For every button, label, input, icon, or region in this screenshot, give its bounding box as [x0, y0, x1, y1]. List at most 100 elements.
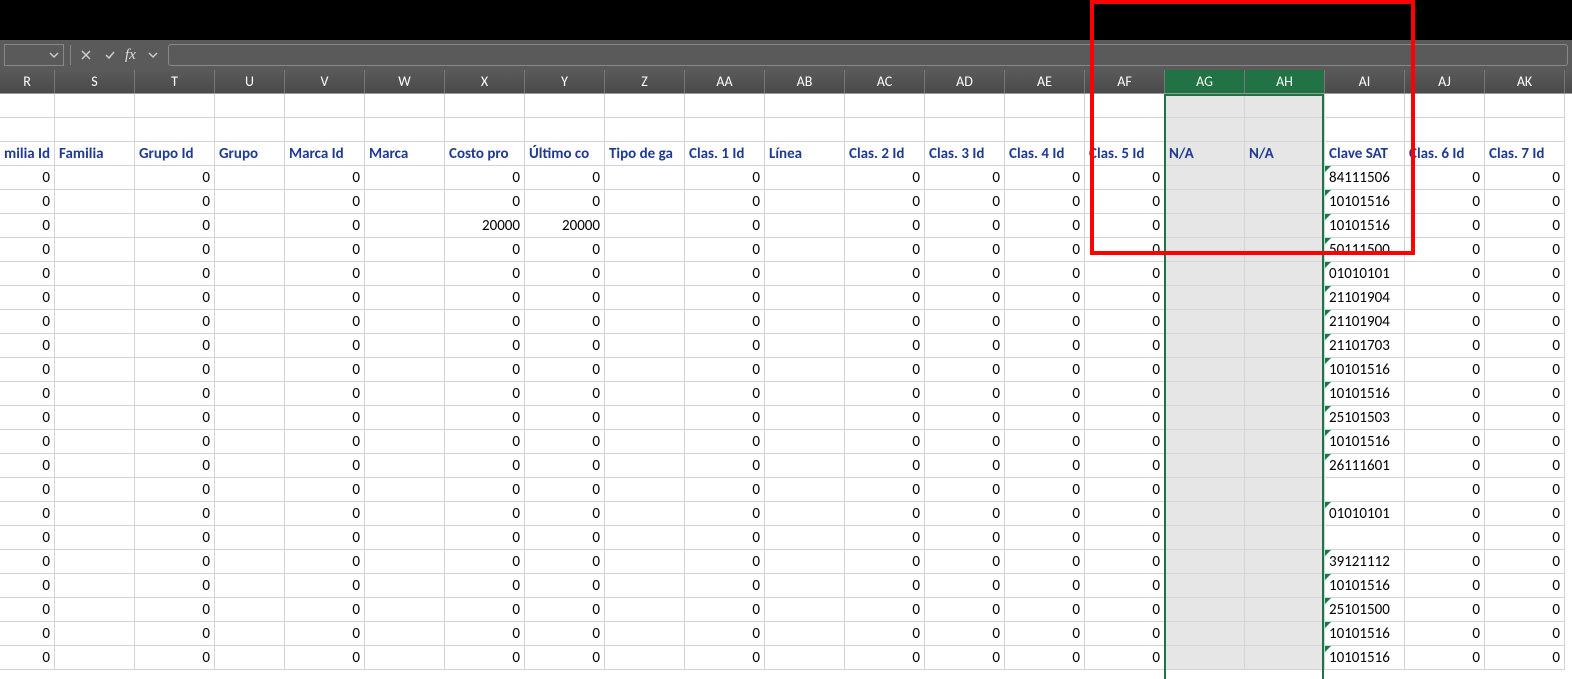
cell[interactable] [1325, 118, 1405, 142]
cell[interactable]: 0 [135, 406, 215, 430]
cell[interactable] [1165, 502, 1245, 526]
column-header-Y[interactable]: Y [525, 70, 605, 93]
cell[interactable]: 0 [1405, 430, 1485, 454]
cell[interactable]: 0 [845, 310, 925, 334]
cell[interactable]: 0 [445, 598, 525, 622]
cell[interactable] [365, 430, 445, 454]
cell[interactable]: 0 [845, 550, 925, 574]
cell[interactable] [365, 382, 445, 406]
cell[interactable] [365, 310, 445, 334]
cell[interactable]: Grupo [215, 142, 285, 166]
cell[interactable]: 0 [445, 526, 525, 550]
cell[interactable]: 0 [525, 310, 605, 334]
cell[interactable]: 0 [685, 214, 765, 238]
cell[interactable]: 0 [1005, 502, 1085, 526]
cell[interactable]: 0 [845, 334, 925, 358]
cell[interactable]: 0 [285, 238, 365, 262]
cell[interactable] [1165, 646, 1245, 670]
cell[interactable]: 10101516 [1325, 358, 1405, 382]
cell[interactable] [365, 646, 445, 670]
cell[interactable] [605, 622, 685, 646]
cell[interactable]: 0 [135, 238, 215, 262]
cell[interactable] [365, 574, 445, 598]
cell[interactable] [215, 598, 285, 622]
cell[interactable] [1485, 118, 1565, 142]
cell[interactable]: 0 [0, 382, 55, 406]
cell[interactable]: 0 [685, 406, 765, 430]
column-header-AA[interactable]: AA [685, 70, 765, 93]
cell[interactable]: 0 [1005, 382, 1085, 406]
column-header-AI[interactable]: AI [1325, 70, 1405, 93]
cell[interactable]: 0 [1485, 190, 1565, 214]
cell[interactable]: 10101516 [1325, 574, 1405, 598]
cell[interactable]: 0 [285, 574, 365, 598]
cell[interactable] [925, 118, 1005, 142]
cell[interactable]: Costo pro [445, 142, 525, 166]
cell[interactable]: 0 [685, 262, 765, 286]
cell[interactable]: 0 [1005, 286, 1085, 310]
cell[interactable] [55, 550, 135, 574]
cell[interactable]: Último co [525, 142, 605, 166]
cell[interactable] [1165, 358, 1245, 382]
cell[interactable]: 0 [1085, 286, 1165, 310]
cell[interactable] [605, 94, 685, 118]
cell[interactable]: 0 [0, 598, 55, 622]
cell[interactable]: 0 [525, 598, 605, 622]
cell[interactable]: 0 [1005, 310, 1085, 334]
cell[interactable] [605, 334, 685, 358]
cell[interactable]: 0 [925, 190, 1005, 214]
cell[interactable]: 10101516 [1325, 622, 1405, 646]
cell[interactable]: 0 [0, 166, 55, 190]
cell[interactable] [365, 118, 445, 142]
cell[interactable]: 0 [1005, 430, 1085, 454]
cell[interactable]: 0 [135, 190, 215, 214]
enter-icon[interactable] [101, 46, 119, 64]
cell[interactable] [1245, 94, 1325, 118]
cell[interactable]: 0 [685, 286, 765, 310]
cell[interactable]: 0 [135, 502, 215, 526]
cell[interactable]: 0 [525, 478, 605, 502]
cell[interactable]: 0 [1085, 478, 1165, 502]
cell[interactable] [215, 262, 285, 286]
cell[interactable] [1405, 118, 1485, 142]
column-header-AE[interactable]: AE [1005, 70, 1085, 93]
cell[interactable] [605, 238, 685, 262]
column-header-AB[interactable]: AB [765, 70, 845, 93]
cell[interactable] [365, 454, 445, 478]
cell[interactable] [215, 190, 285, 214]
cell[interactable]: 0 [1405, 358, 1485, 382]
cell[interactable] [215, 646, 285, 670]
cell[interactable]: 0 [925, 166, 1005, 190]
cell[interactable] [1165, 214, 1245, 238]
column-header-W[interactable]: W [365, 70, 445, 93]
cell[interactable] [1245, 430, 1325, 454]
cell[interactable] [1245, 646, 1325, 670]
cell[interactable] [605, 262, 685, 286]
chevron-down-icon[interactable] [144, 46, 162, 64]
cell[interactable]: Clas. 6 Id [1405, 142, 1485, 166]
cell[interactable] [55, 190, 135, 214]
cell[interactable]: N/A [1165, 142, 1245, 166]
cell[interactable]: 0 [1485, 166, 1565, 190]
cell[interactable] [1165, 478, 1245, 502]
cell[interactable]: 0 [445, 166, 525, 190]
cell[interactable]: 0 [685, 550, 765, 574]
cell[interactable]: 0 [925, 550, 1005, 574]
cell[interactable]: 0 [685, 190, 765, 214]
cell[interactable]: 0 [925, 334, 1005, 358]
cell[interactable] [1245, 262, 1325, 286]
cell[interactable]: 0 [0, 262, 55, 286]
cell[interactable]: Marca Id [285, 142, 365, 166]
cell[interactable] [765, 646, 845, 670]
cell[interactable]: 0 [1485, 358, 1565, 382]
cell[interactable]: 0 [685, 502, 765, 526]
cell[interactable] [55, 598, 135, 622]
column-header-V[interactable]: V [285, 70, 365, 93]
cell[interactable]: 0 [0, 406, 55, 430]
cell[interactable]: 0 [1405, 478, 1485, 502]
column-header-AH[interactable]: AH [1245, 70, 1325, 93]
cell[interactable]: 0 [285, 478, 365, 502]
spreadsheet-grid[interactable]: RSTUVWXYZAAABACADAEAFAGAHAIAJAK milia Id… [0, 70, 1572, 679]
cell[interactable]: 0 [1405, 502, 1485, 526]
cell[interactable] [55, 382, 135, 406]
